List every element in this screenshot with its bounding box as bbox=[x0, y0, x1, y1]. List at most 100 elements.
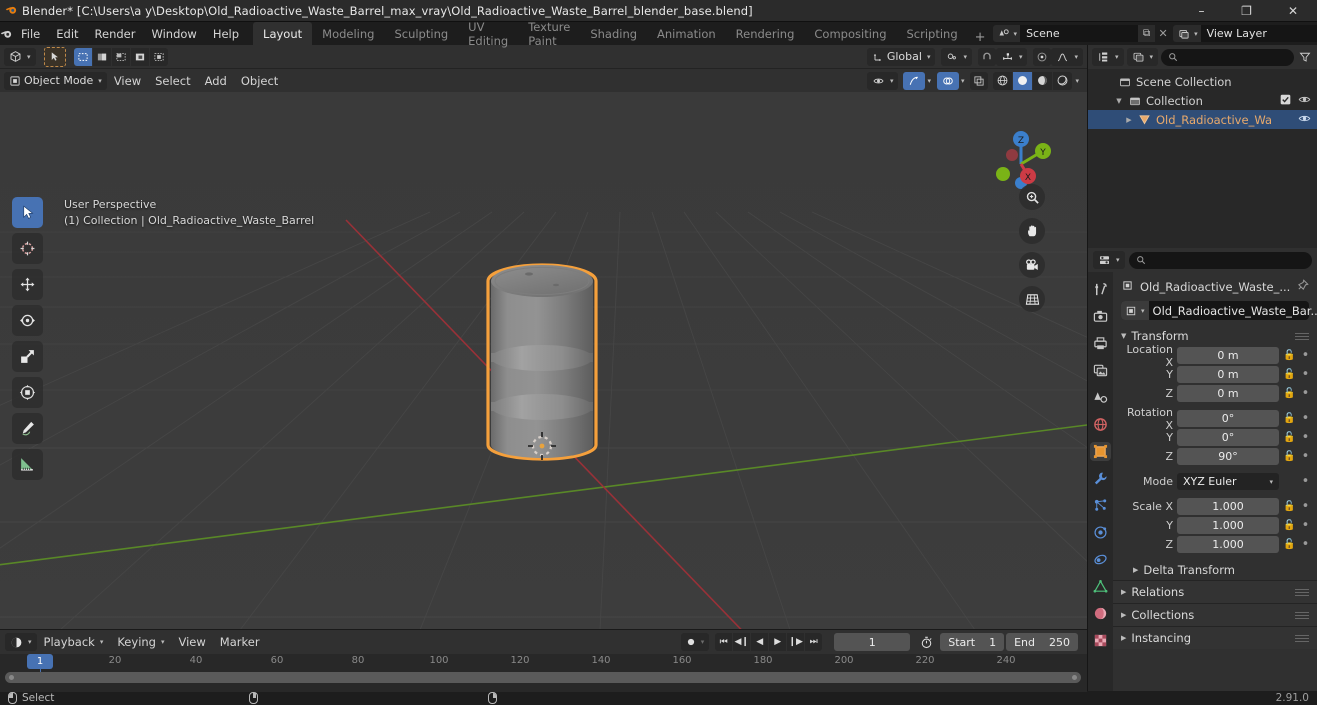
expand-triangle[interactable]: ▼ bbox=[1112, 97, 1126, 105]
rotation-mode-dropdown[interactable]: XYZ Euler ▾ bbox=[1177, 473, 1279, 490]
maximize-button[interactable]: ❐ bbox=[1224, 0, 1269, 22]
select-lasso-icon[interactable] bbox=[111, 47, 130, 66]
object-datablock-icon[interactable]: ▾ bbox=[1121, 301, 1149, 320]
jump-to-start-button[interactable]: ⏮ bbox=[715, 633, 733, 651]
3d-viewport[interactable]: User Perspective (1) Collection | Old_Ra… bbox=[0, 92, 1087, 629]
tweak-tool-button[interactable] bbox=[12, 197, 43, 228]
property-location-x[interactable]: Location X 0 m 🔓 • bbox=[1113, 343, 1317, 369]
solid-icon[interactable] bbox=[1013, 71, 1033, 90]
auto-keying-toggle[interactable]: ▾ bbox=[680, 633, 710, 651]
property-value[interactable]: 0° bbox=[1177, 429, 1279, 446]
property-rotation-x[interactable]: Rotation X 0° 🔓 • bbox=[1113, 406, 1317, 432]
tab-uv-editing[interactable]: UV Editing bbox=[458, 20, 518, 48]
scene-icon[interactable]: ▾ bbox=[992, 25, 1021, 42]
properties-tab-material[interactable] bbox=[1090, 604, 1111, 623]
property-scale-z[interactable]: Z 1.000 🔓 • bbox=[1113, 535, 1317, 554]
pin-icon[interactable] bbox=[1296, 279, 1310, 295]
delta-transform-panel[interactable]: ▶ Delta Transform bbox=[1113, 560, 1317, 580]
lock-icon[interactable]: 🔓 bbox=[1283, 369, 1296, 380]
animate-property-dot[interactable]: • bbox=[1300, 368, 1311, 381]
material-preview-icon[interactable] bbox=[1033, 71, 1053, 90]
timeline-editor-icon[interactable]: ▾ bbox=[5, 633, 37, 651]
property-value[interactable]: 0 m bbox=[1177, 347, 1279, 364]
properties-tab-view-layer[interactable] bbox=[1090, 361, 1111, 380]
frame-end-field[interactable]: End 250 bbox=[1006, 633, 1078, 651]
menu-render[interactable]: Render bbox=[87, 22, 144, 45]
falloff-dropdown[interactable]: ▾ bbox=[1051, 47, 1083, 66]
animate-property-dot[interactable]: • bbox=[1300, 431, 1311, 444]
timeline-scrollbar[interactable] bbox=[5, 672, 1081, 683]
animate-property-dot[interactable]: • bbox=[1300, 538, 1311, 551]
move-tool-button[interactable] bbox=[12, 269, 43, 300]
jump-next-keyframe-button[interactable]: ❙▶ bbox=[787, 633, 805, 651]
property-rotation-y[interactable]: Y 0° 🔓 • bbox=[1113, 428, 1317, 447]
property-value[interactable]: 0 m bbox=[1177, 366, 1279, 383]
lock-icon[interactable]: 🔓 bbox=[1283, 350, 1296, 361]
jump-to-end-button[interactable]: ⏭ bbox=[805, 633, 823, 651]
instancing-panel[interactable]: ▶ Instancing bbox=[1113, 626, 1317, 649]
play-button[interactable]: ▶ bbox=[769, 633, 787, 651]
shading-chevron-icon[interactable]: ▾ bbox=[1075, 77, 1079, 85]
toggle-perspective-button[interactable] bbox=[1019, 286, 1045, 312]
timeline-menu-keying[interactable]: Keying ▾ bbox=[110, 635, 171, 649]
view-layer-icon[interactable]: ▾ bbox=[1173, 25, 1201, 42]
scene-selector[interactable]: ▾ Scene ⧉ ✕ bbox=[992, 25, 1172, 42]
annotate-tool-button[interactable] bbox=[12, 413, 43, 444]
properties-tab-object[interactable] bbox=[1090, 442, 1111, 461]
tab-rendering[interactable]: Rendering bbox=[726, 22, 805, 45]
viewport-menu-object[interactable]: Object bbox=[234, 72, 285, 90]
properties-tab-texture[interactable] bbox=[1090, 631, 1111, 650]
lock-icon[interactable]: 🔓 bbox=[1283, 520, 1296, 531]
animate-property-dot[interactable]: • bbox=[1300, 387, 1311, 400]
pan-view-button[interactable] bbox=[1019, 218, 1045, 244]
timeline-playhead[interactable]: 1 bbox=[27, 654, 53, 669]
menu-file[interactable]: File bbox=[13, 22, 48, 45]
jump-prev-keyframe-button[interactable]: ◀❙ bbox=[733, 633, 751, 651]
frame-start-field[interactable]: Start 1 bbox=[940, 633, 1005, 651]
transform-tool-button[interactable] bbox=[12, 377, 43, 408]
property-value[interactable]: 90° bbox=[1177, 448, 1279, 465]
tab-sculpting[interactable]: Sculpting bbox=[384, 22, 458, 45]
select-circle-icon[interactable] bbox=[92, 47, 111, 66]
tab-layout[interactable]: Layout bbox=[253, 22, 313, 45]
properties-tab-render[interactable] bbox=[1090, 307, 1111, 326]
tab-compositing[interactable]: Compositing bbox=[804, 22, 896, 45]
property-location-z[interactable]: Z 0 m 🔓 • bbox=[1113, 384, 1317, 403]
add-workspace-button[interactable]: + bbox=[968, 30, 993, 45]
properties-tab-physics[interactable] bbox=[1090, 523, 1111, 542]
property-value[interactable]: 0° bbox=[1177, 410, 1279, 427]
relations-panel[interactable]: ▶ Relations bbox=[1113, 580, 1317, 603]
gizmo-dropdown[interactable] bbox=[903, 71, 926, 90]
navigation-gizmo[interactable]: Z Y X bbox=[983, 124, 1055, 196]
properties-tab-scene[interactable] bbox=[1090, 388, 1111, 407]
properties-tab-world[interactable] bbox=[1090, 415, 1111, 434]
outliner-row-object[interactable]: ▶ Old_Radioactive_Wa bbox=[1088, 110, 1317, 129]
properties-tab-constraints[interactable] bbox=[1090, 550, 1111, 569]
pivot-point-dropdown[interactable]: ▾ bbox=[941, 47, 972, 66]
property-value[interactable]: 1.000 bbox=[1177, 536, 1279, 553]
play-reverse-button[interactable]: ◀ bbox=[751, 633, 769, 651]
xray-icon[interactable] bbox=[970, 71, 989, 90]
lock-icon[interactable]: 🔓 bbox=[1283, 451, 1296, 462]
minimize-button[interactable]: – bbox=[1179, 0, 1224, 22]
scrollbar-handle-left[interactable] bbox=[9, 675, 14, 680]
transform-orientation-dropdown[interactable]: Global ▾ bbox=[866, 47, 936, 66]
viewport-menu-add[interactable]: Add bbox=[198, 72, 234, 90]
stopwatch-icon[interactable] bbox=[916, 633, 936, 651]
property-rotation-mode[interactable]: Mode XYZ Euler ▾ • bbox=[1113, 472, 1317, 491]
lock-icon[interactable]: 🔓 bbox=[1283, 539, 1296, 550]
overlays-dropdown[interactable] bbox=[936, 71, 959, 90]
new-scene-button[interactable]: ⧉ bbox=[1138, 25, 1156, 42]
property-value[interactable]: 1.000 bbox=[1177, 498, 1279, 515]
close-button[interactable]: ✕ bbox=[1269, 0, 1317, 22]
scene-name-field[interactable]: Scene bbox=[1020, 25, 1139, 42]
properties-search-input[interactable] bbox=[1128, 251, 1312, 269]
checkbox-icon[interactable] bbox=[1280, 94, 1291, 108]
expand-triangle[interactable]: ▶ bbox=[1122, 116, 1136, 124]
properties-tab-output[interactable] bbox=[1090, 334, 1111, 353]
outliner-row-collection[interactable]: ▼ Collection bbox=[1088, 91, 1317, 110]
property-rotation-z[interactable]: Z 90° 🔓 • bbox=[1113, 447, 1317, 466]
timeline-menu-view[interactable]: View bbox=[172, 635, 213, 649]
select-box-icon[interactable] bbox=[73, 47, 92, 66]
measure-tool-button[interactable] bbox=[12, 449, 43, 480]
